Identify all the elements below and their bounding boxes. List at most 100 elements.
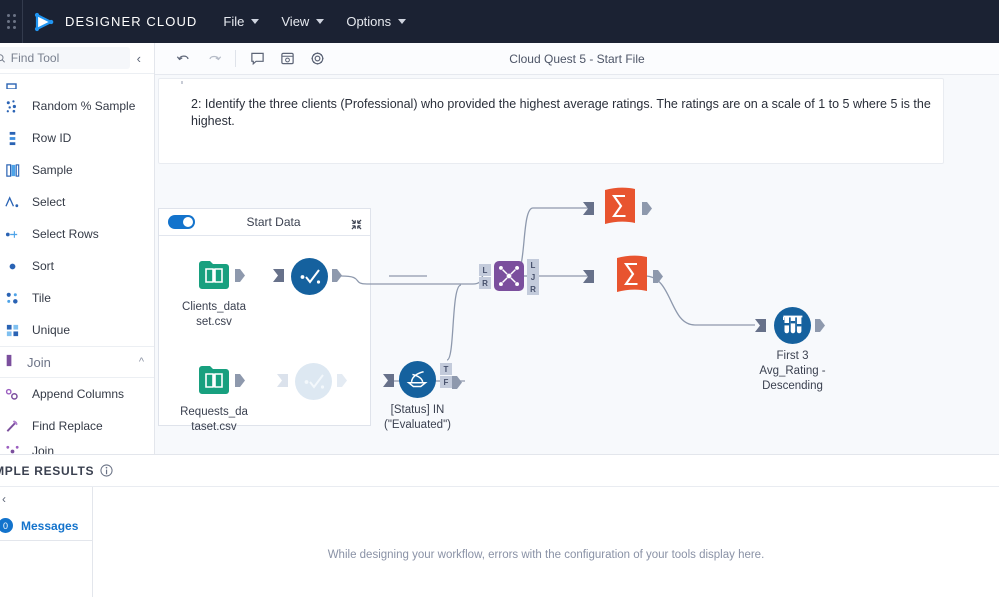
join-left-output-anchor[interactable]: L <box>527 259 539 271</box>
main-menu: File View Options <box>223 14 407 29</box>
sidebar-item-label: Append Columns <box>32 387 125 401</box>
sidebar-item-label: Unique <box>32 323 71 337</box>
comment-icon <box>250 52 264 66</box>
sidebar-item-label: Sort <box>32 259 55 273</box>
results-empty-message: While designing your workflow, errors wi… <box>327 549 765 561</box>
node-label: [Status] IN ("Evaluated") <box>384 404 451 432</box>
input-anchor[interactable] <box>273 269 284 282</box>
join-icon <box>2 444 22 454</box>
sidebar-item-unique[interactable]: Unique <box>0 314 154 346</box>
shrink-arrows-icon[interactable] <box>351 217 362 235</box>
sidebar-item-random-sample[interactable]: Random % Sample <box>0 90 154 122</box>
gear-icon <box>310 52 324 65</box>
container-title: Start Data <box>246 215 301 229</box>
card-tick-mark <box>181 81 183 84</box>
sidebar-item-append-columns[interactable]: Append Columns <box>0 378 154 410</box>
output-anchor[interactable] <box>235 269 246 282</box>
question-annotation-card[interactable]: 2: Identify the three clients (Professio… <box>158 78 944 164</box>
sidebar-collapse-button[interactable]: ‹ <box>130 51 148 66</box>
tool-palette-sidebar: ‹ Random % Sample <box>0 43 155 454</box>
output-anchor-disabled[interactable] <box>337 374 348 387</box>
undo-icon <box>176 55 189 60</box>
join-right-input-anchor[interactable]: R <box>479 277 491 289</box>
annotation-button[interactable] <box>272 44 302 74</box>
top-navigation-bar: DESIGNER CLOUD File View Options <box>0 0 999 43</box>
output-anchor[interactable] <box>815 319 826 332</box>
node-input-clients[interactable]: Clients_data set.csv <box>182 258 246 328</box>
search-icon <box>0 53 5 63</box>
tile-icon <box>2 291 22 306</box>
filter-false-anchor[interactable]: F <box>440 376 452 388</box>
sidebar-category-label: Join <box>27 354 51 370</box>
results-collapse-button[interactable]: ‹ <box>0 487 92 511</box>
sidebar-item-select-rows[interactable]: Select Rows <box>0 218 154 250</box>
output-anchor[interactable] <box>332 269 343 282</box>
row-id-icon <box>2 131 22 146</box>
input-data-icon <box>199 261 229 289</box>
append-columns-icon <box>2 387 22 402</box>
input-anchor[interactable] <box>583 202 594 215</box>
node-data-cleansing-2-disabled[interactable] <box>295 363 332 400</box>
menu-file[interactable]: File <box>223 14 260 29</box>
sidebar-item-sort[interactable]: Sort <box>0 250 154 282</box>
search-box[interactable] <box>0 47 130 69</box>
menu-view[interactable]: View <box>281 14 325 29</box>
join-left-input-anchor[interactable]: L <box>479 264 491 276</box>
undo-button[interactable] <box>169 44 199 74</box>
join-icon <box>499 266 519 286</box>
tool-list: Random % Sample Row ID Sample Select Sel… <box>0 74 154 454</box>
messages-count-badge: 0 <box>0 518 13 533</box>
sidebar-item-join[interactable]: Join <box>0 442 154 454</box>
output-anchor[interactable] <box>642 202 653 215</box>
comment-button[interactable] <box>242 44 272 74</box>
chevron-down-icon <box>398 19 407 24</box>
info-circle-icon[interactable] <box>100 464 113 477</box>
sidebar-item-tile[interactable]: Tile <box>0 282 154 314</box>
redo-icon <box>209 55 222 60</box>
node-sample-first3[interactable]: First 3 Avg_Rating - Descending <box>759 307 826 392</box>
menu-options[interactable]: Options <box>346 14 407 29</box>
node-summarize-1[interactable] <box>603 187 637 230</box>
sidebar-item-label: Select Rows <box>32 227 99 241</box>
input-anchor[interactable] <box>755 319 766 332</box>
output-anchor[interactable] <box>653 270 664 283</box>
input-anchor[interactable] <box>383 374 394 387</box>
redo-button[interactable] <box>199 44 229 74</box>
sidebar-item-find-replace[interactable]: Find Replace <box>0 410 154 442</box>
sidebar-category-join[interactable]: Join ^ <box>0 346 154 378</box>
summarize-sigma-icon <box>617 255 647 292</box>
node-join[interactable] <box>494 261 524 291</box>
toolbar-divider <box>235 50 236 67</box>
results-body: ‹ 0 Messages While designing your workfl… <box>0 486 999 597</box>
output-anchor-false[interactable] <box>452 376 463 389</box>
menu-view-label: View <box>281 14 310 29</box>
join-right-output-anchor[interactable]: R <box>527 283 539 295</box>
sidebar-item-sample[interactable]: Sample <box>0 154 154 186</box>
select-icon <box>2 195 22 210</box>
chevron-up-icon[interactable]: ^ <box>139 356 154 368</box>
brand-title: DESIGNER CLOUD <box>65 14 198 29</box>
settings-button[interactable] <box>302 44 332 74</box>
tool-row-partial-top[interactable] <box>0 74 154 90</box>
node-summarize-2[interactable] <box>615 255 649 298</box>
sidebar-item-row-id[interactable]: Row ID <box>0 122 154 154</box>
sidebar-item-select[interactable]: Select <box>0 186 154 218</box>
sidebar-item-label: Tile <box>32 291 51 305</box>
random-sample-icon <box>2 99 22 114</box>
unique-icon <box>2 323 22 338</box>
input-anchor[interactable] <box>583 270 594 283</box>
input-anchor-disabled[interactable] <box>277 374 288 387</box>
container-enable-toggle[interactable] <box>168 215 195 229</box>
output-anchor[interactable] <box>235 374 246 387</box>
node-data-cleansing-1[interactable] <box>291 258 328 295</box>
filter-true-anchor[interactable]: T <box>440 363 452 375</box>
workflow-canvas[interactable]: 2: Identify the three clients (Professio… <box>155 75 999 454</box>
app-grid-icon[interactable] <box>0 14 22 29</box>
tab-messages[interactable]: 0 Messages <box>0 511 92 541</box>
search-input[interactable] <box>10 51 130 65</box>
join-inner-output-anchor[interactable]: J <box>527 271 539 283</box>
node-filter-status[interactable]: [Status] IN ("Evaluated") <box>384 361 451 431</box>
chevron-down-icon <box>251 19 260 24</box>
node-input-requests[interactable]: Requests_da taset.csv <box>180 363 248 433</box>
data-cleansing-icon <box>304 373 324 389</box>
